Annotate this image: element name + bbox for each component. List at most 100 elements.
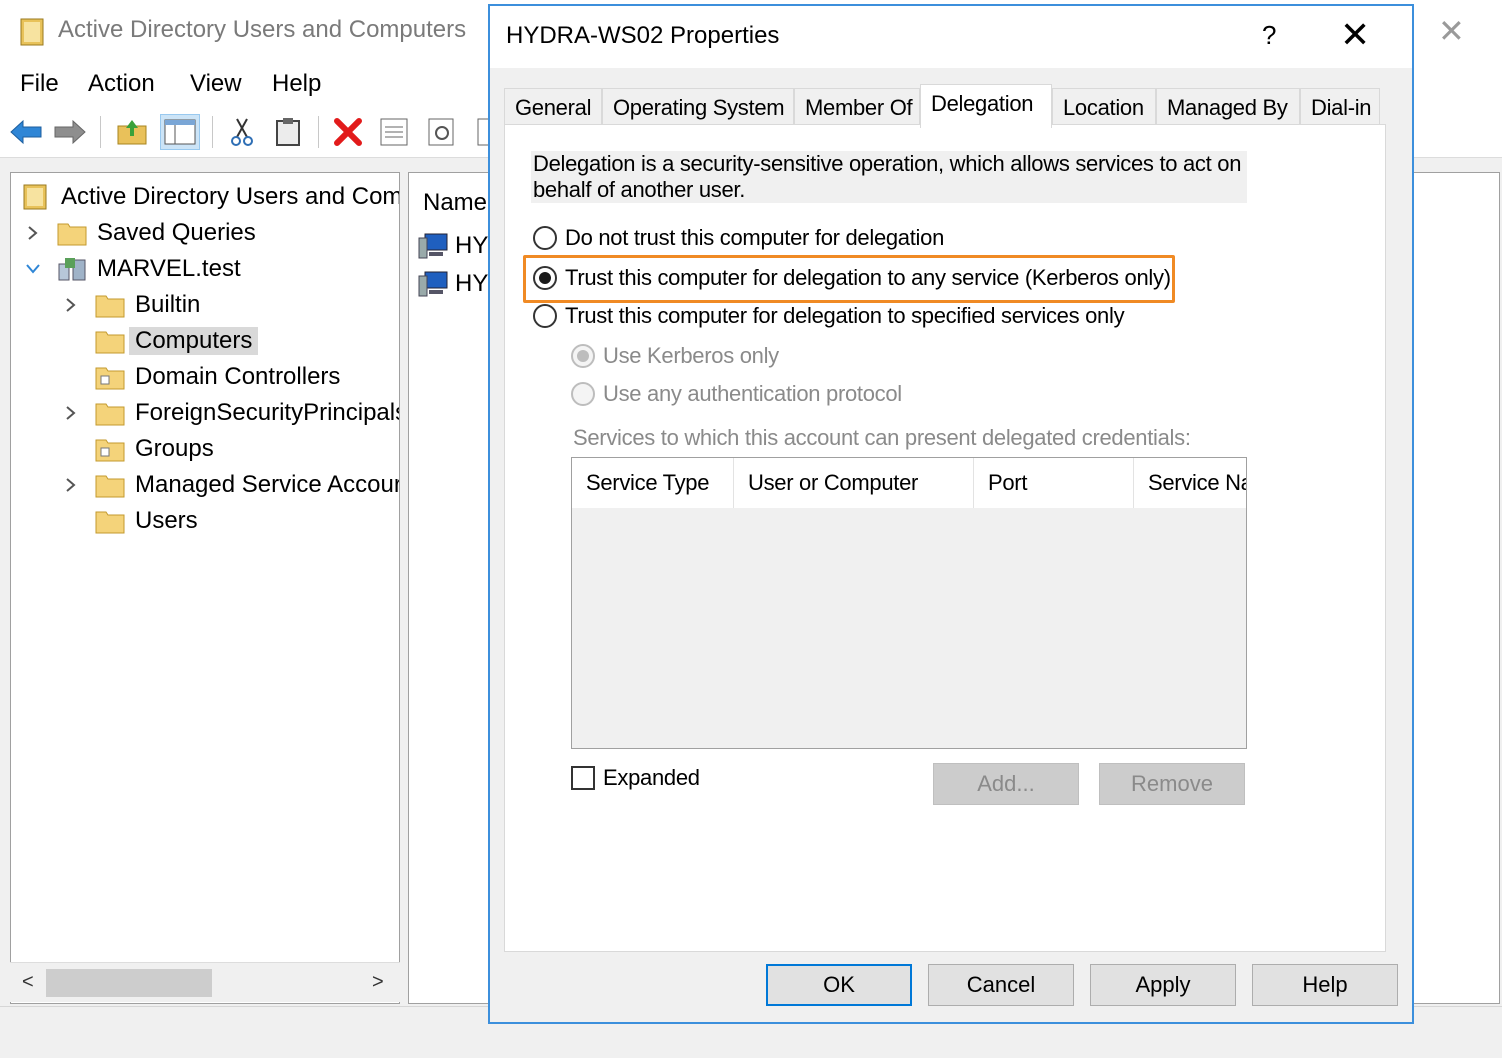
show-console-tree-icon[interactable]: [160, 114, 200, 150]
chevron-right-icon[interactable]: [23, 223, 43, 243]
list-item-label: HY: [455, 270, 489, 297]
tree-item-builtin[interactable]: Builtin: [66, 287, 201, 323]
add-button[interactable]: Add...: [933, 763, 1079, 805]
tab-delegation[interactable]: Delegation: [920, 84, 1052, 128]
remove-button[interactable]: Remove: [1099, 763, 1245, 805]
tab-managed-by[interactable]: Managed By: [1156, 88, 1300, 126]
radio-specified-services[interactable]: Trust this computer for delegation to sp…: [533, 303, 1125, 329]
menu-file[interactable]: File: [18, 68, 61, 100]
folder-icon: [95, 295, 125, 318]
back-arrow-icon[interactable]: [6, 114, 46, 150]
main-window-title: Active Directory Users and Computers: [58, 16, 467, 43]
delegation-panel: Delegation is a security-sensitive opera…: [504, 124, 1386, 952]
radio-selected-dot: [577, 350, 589, 362]
tree-item-saved-queries[interactable]: Saved Queries: [28, 215, 256, 251]
tree-item-label: Groups: [135, 435, 214, 462]
radio-label: Do not trust this computer for delegatio…: [565, 225, 945, 250]
list-item-label: HY: [455, 232, 489, 259]
console-tree: Active Directory Users and Com Saved Que…: [10, 172, 400, 1004]
dialog-title-bar: HYDRA-WS02 Properties ? ✕: [490, 6, 1412, 68]
radio-any-protocol[interactable]: Use any authentication protocol: [571, 381, 902, 407]
tree-item-domain[interactable]: MARVEL.test: [26, 251, 241, 287]
refresh-icon[interactable]: [422, 114, 462, 150]
radio-circle[interactable]: [533, 266, 557, 290]
tree-item-managed-service-accounts[interactable]: Managed Service Accour: [66, 467, 399, 503]
up-folder-icon[interactable]: [112, 114, 152, 150]
list-item[interactable]: HY: [417, 229, 488, 263]
column-header-name[interactable]: Name: [423, 189, 487, 217]
tab-dial-in[interactable]: Dial-in: [1300, 88, 1380, 126]
radio-label: Trust this computer for delegation to sp…: [565, 303, 1125, 328]
menu-action[interactable]: Action: [86, 68, 157, 100]
column-header-service-name[interactable]: Service Na: [1134, 458, 1246, 508]
tree-item-foreign-security-principals[interactable]: ForeignSecurityPrincipals: [66, 395, 399, 431]
forward-arrow-icon[interactable]: [50, 114, 90, 150]
help-question-icon[interactable]: ?: [1262, 20, 1276, 51]
tree-item-domain-controllers[interactable]: Domain Controllers: [95, 359, 340, 395]
tab-member-of[interactable]: Member Of: [794, 88, 920, 126]
computer-icon: [418, 233, 448, 259]
tree-item-label: Builtin: [135, 291, 201, 318]
dialog-title: HYDRA-WS02 Properties: [506, 22, 780, 49]
tree-item-users[interactable]: Users: [95, 503, 198, 539]
radio-label: Use any authentication protocol: [603, 381, 902, 406]
tree-item-label: MARVEL.test: [97, 255, 241, 282]
checkbox-box[interactable]: [571, 766, 595, 790]
radio-circle[interactable]: [571, 344, 595, 368]
radio-circle[interactable]: [533, 226, 557, 250]
tree-item-groups[interactable]: Groups: [95, 431, 214, 467]
column-header-user-or-computer[interactable]: User or Computer: [734, 458, 974, 508]
cut-icon[interactable]: [222, 114, 262, 150]
folder-icon: [57, 223, 87, 246]
dialog-close-icon[interactable]: ✕: [1340, 14, 1370, 56]
radio-kerberos-only[interactable]: Use Kerberos only: [571, 343, 779, 369]
ou-folder-icon: [95, 439, 125, 462]
paste-icon[interactable]: [268, 114, 308, 150]
expanded-checkbox[interactable]: Expanded: [571, 765, 700, 791]
ou-folder-icon: [95, 367, 125, 390]
ok-button[interactable]: OK: [766, 964, 912, 1006]
scroll-left-icon[interactable]: <: [22, 971, 34, 994]
radio-label: Trust this computer for delegation to an…: [565, 265, 1171, 290]
radio-circle[interactable]: [571, 382, 595, 406]
chevron-right-icon[interactable]: [61, 403, 81, 423]
delete-icon[interactable]: [328, 114, 368, 150]
scroll-thumb[interactable]: [46, 969, 212, 997]
services-label: Services to which this account can prese…: [573, 425, 1191, 450]
folder-icon: [95, 511, 125, 534]
services-list[interactable]: Service Type User or Computer Port Servi…: [571, 457, 1247, 749]
tree-item-label: Users: [135, 507, 198, 534]
main-close-icon[interactable]: ✕: [1438, 12, 1465, 50]
help-button[interactable]: Help: [1252, 964, 1398, 1006]
radio-circle[interactable]: [533, 304, 557, 328]
list-item[interactable]: HY: [417, 267, 488, 301]
ad-console-icon: [20, 18, 44, 46]
radio-label: Use Kerberos only: [603, 343, 779, 368]
tree-root-item[interactable]: Active Directory Users and Com: [21, 179, 399, 215]
tab-operating-system[interactable]: Operating System: [602, 88, 794, 126]
folder-icon: [95, 475, 125, 498]
radio-selected-dot: [539, 272, 551, 284]
chevron-right-icon[interactable]: [61, 295, 81, 315]
column-header-service-type[interactable]: Service Type: [572, 458, 734, 508]
scroll-right-icon[interactable]: >: [372, 971, 384, 994]
chevron-right-icon[interactable]: [61, 475, 81, 495]
ad-root-icon: [23, 184, 47, 210]
properties-dialog: HYDRA-WS02 Properties ? ✕ General Operat…: [488, 4, 1414, 1024]
radio-no-delegation[interactable]: Do not trust this computer for delegatio…: [533, 225, 944, 251]
tree-horizontal-scrollbar[interactable]: < >: [10, 962, 400, 1002]
properties-icon[interactable]: [374, 114, 414, 150]
folder-icon: [95, 331, 125, 354]
apply-button[interactable]: Apply: [1090, 964, 1236, 1006]
tree-item-label: Computers: [129, 327, 259, 355]
cancel-button[interactable]: Cancel: [928, 964, 1074, 1006]
radio-any-service[interactable]: Trust this computer for delegation to an…: [533, 265, 1171, 291]
tab-location[interactable]: Location: [1052, 88, 1156, 126]
tab-general[interactable]: General: [504, 88, 602, 126]
menu-help[interactable]: Help: [270, 68, 323, 100]
column-header-port[interactable]: Port: [974, 458, 1134, 508]
tree-item-computers[interactable]: Computers: [95, 323, 259, 359]
chevron-down-icon[interactable]: [23, 259, 43, 279]
menu-view[interactable]: View: [188, 68, 244, 100]
checkbox-label: Expanded: [603, 765, 700, 790]
